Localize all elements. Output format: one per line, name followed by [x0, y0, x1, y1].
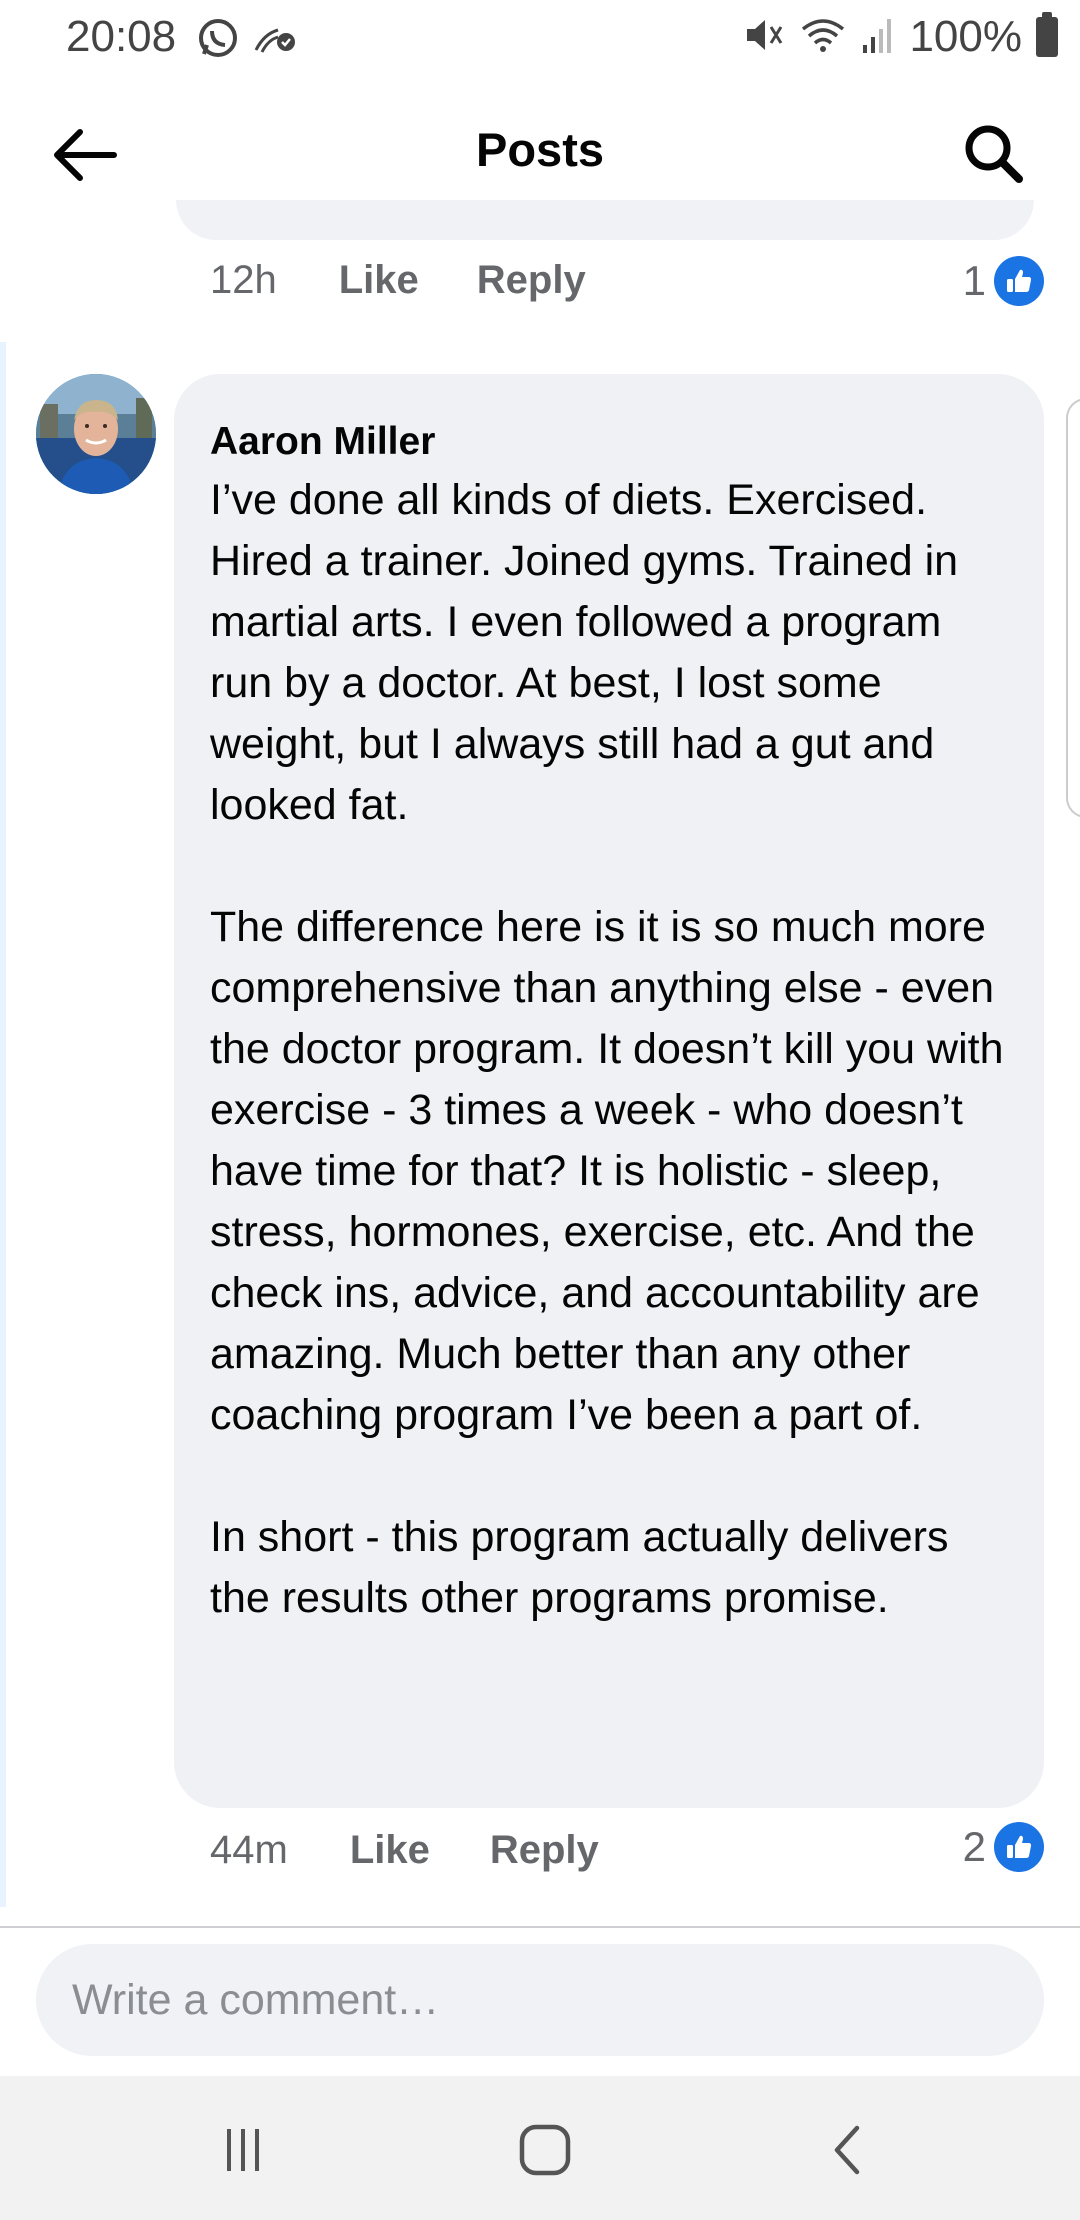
- thumbs-up-icon: [994, 1822, 1044, 1872]
- wifi-icon: [799, 15, 847, 60]
- thumbs-up-icon: [994, 256, 1044, 306]
- status-time: 20:08: [66, 12, 177, 61]
- battery-icon: [1036, 12, 1058, 57]
- comment-reactions[interactable]: 2: [963, 1822, 1044, 1872]
- profile-photo: [36, 374, 156, 494]
- nfc-icon: [252, 20, 298, 61]
- status-left-icons: [196, 16, 298, 65]
- previous-comment-actions: 12h Like Reply: [210, 258, 586, 303]
- recent-apps-icon: [227, 2129, 259, 2171]
- highlight-rail: [0, 342, 6, 1907]
- previous-comment-reactions[interactable]: 1: [963, 256, 1044, 306]
- comment-thread: Aaron Miller I’ve done all kinds of diet…: [0, 342, 1080, 1907]
- system-nav-bar: [0, 2076, 1080, 2220]
- nav-back-button[interactable]: [807, 2120, 887, 2180]
- comment-reply-button[interactable]: Reply: [490, 1828, 599, 1873]
- previous-comment-bubble: [176, 200, 1034, 240]
- previous-comment-time: 12h: [210, 258, 277, 302]
- search-button[interactable]: [958, 118, 1028, 188]
- page-title: Posts: [476, 123, 604, 176]
- comment-bubble[interactable]: Aaron Miller I’ve done all kinds of diet…: [174, 374, 1044, 1808]
- app-header: Posts: [0, 80, 1080, 220]
- home-button[interactable]: [505, 2120, 585, 2180]
- previous-comment-like-button[interactable]: Like: [339, 258, 419, 303]
- recent-apps-button[interactable]: [203, 2120, 283, 2180]
- comment-like-count: 2: [962, 1823, 986, 1870]
- home-icon: [519, 2124, 571, 2176]
- comment-input-placeholder: Write a comment…: [72, 1975, 440, 2024]
- comment-like-button[interactable]: Like: [350, 1828, 430, 1873]
- comment-input[interactable]: Write a comment…: [36, 1944, 1044, 2056]
- mute-icon: [743, 15, 785, 60]
- edge-panel-handle[interactable]: [1066, 398, 1080, 818]
- back-icon: [834, 2125, 860, 2175]
- avatar[interactable]: [36, 374, 156, 494]
- divider: [0, 1926, 1080, 1928]
- signal-icon: [861, 15, 895, 60]
- comment-author[interactable]: Aaron Miller: [210, 420, 1008, 464]
- comment-text: I’ve done all kinds of diets. Exercised.…: [210, 476, 1004, 1622]
- previous-comment-reply-button[interactable]: Reply: [477, 258, 586, 303]
- comment-actions: 44m Like Reply: [210, 1828, 599, 1873]
- status-bar: 20:08 100%: [0, 0, 1080, 80]
- search-icon: [965, 125, 1023, 183]
- previous-comment-like-count: 1: [962, 257, 986, 304]
- status-right-icons: 100%: [743, 12, 1058, 62]
- comment-time: 44m: [210, 1828, 288, 1872]
- battery-percentage: 100%: [909, 12, 1022, 61]
- whatsapp-icon: [196, 16, 240, 65]
